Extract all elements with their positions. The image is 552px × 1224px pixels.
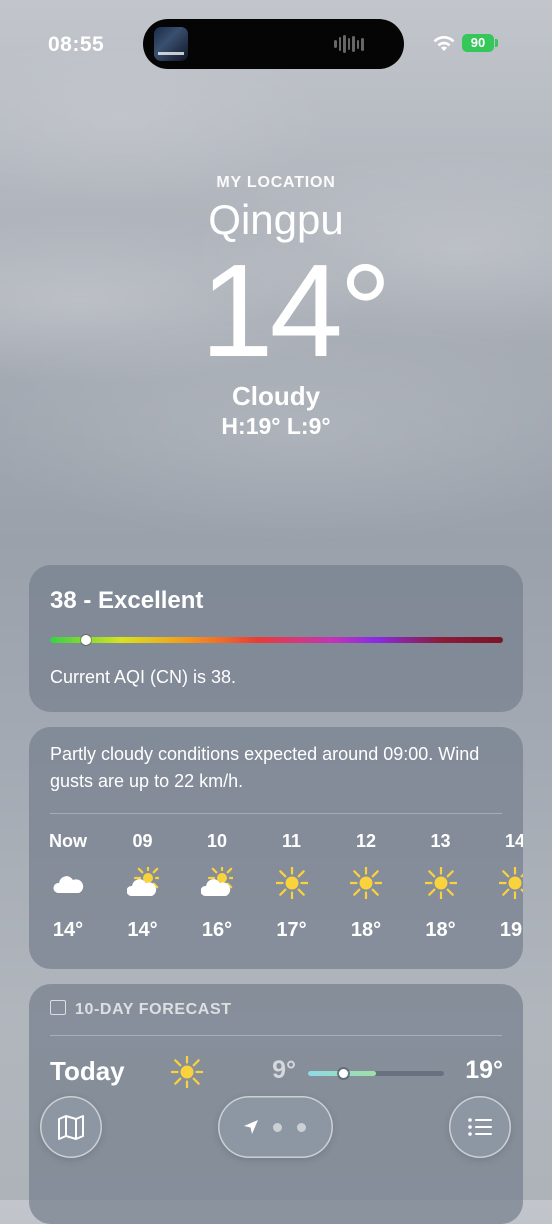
forecast-range-track [308, 1069, 444, 1078]
hour-label: 09 [132, 831, 153, 851]
partly-cloudy-icon [200, 863, 237, 899]
calendar-icon [50, 1000, 66, 1015]
hour-temperature: 16° [201, 919, 233, 941]
air-quality-card[interactable]: 38 - Excellent Current AQI (CN) is 38. [29, 565, 523, 712]
high-low: H:19° L:9° [221, 413, 331, 439]
hour-temperature: 14° [52, 919, 84, 941]
aqi-description: Current AQI (CN) is 38. [50, 667, 237, 687]
location-arrow-icon [244, 1120, 258, 1134]
aqi-scale-bar [50, 637, 503, 643]
hour-temperature: 19° [499, 919, 523, 941]
dynamic-island[interactable] [143, 19, 404, 69]
hourly-forecast-card[interactable]: Partly cloudy conditions expected around… [29, 727, 523, 969]
sun-icon [348, 865, 384, 901]
page-dot[interactable] [273, 1123, 282, 1132]
forecast-low: 9° [272, 1056, 296, 1084]
current-temperature: 14° [200, 237, 392, 384]
hour-temperature: 14° [127, 919, 158, 941]
hour-label: 13 [430, 831, 451, 851]
sun-icon [273, 865, 310, 901]
list-icon [468, 1118, 492, 1136]
current-condition: Cloudy [231, 381, 321, 411]
page-dot[interactable] [297, 1123, 306, 1132]
cloud-icon [52, 867, 84, 899]
forecast-current-marker [338, 1069, 348, 1078]
location-label: MY LOCATION [216, 174, 336, 191]
battery-indicator: 90 [462, 34, 498, 52]
hour-label: 14 [504, 831, 523, 851]
status-bar: 08:55 90 [0, 0, 552, 90]
aqi-indicator [81, 635, 92, 645]
hour-label: 10 [206, 831, 228, 851]
wifi-icon [433, 36, 455, 51]
aqi-title: 38 - Excellent [50, 587, 204, 614]
forecast-day: Today [50, 1056, 125, 1086]
forecast-divider [50, 1035, 502, 1036]
location-pager[interactable] [218, 1096, 333, 1158]
audio-waveform-icon [334, 34, 364, 54]
hour-label: 11 [281, 831, 302, 851]
hour-temperature: 17° [276, 919, 307, 941]
album-art-icon [154, 27, 188, 61]
partly-cloudy-icon [125, 863, 162, 899]
hour-temperature: 18° [425, 919, 456, 941]
forecast-header-label: 10-DAY FORECAST [75, 1001, 232, 1018]
sun-icon [422, 865, 459, 901]
status-time: 08:55 [48, 33, 105, 56]
hourly-scroll[interactable]: Now 14° 09 14° 10 16° 11 17° 12 18° 13 18° 14 19° [29, 813, 523, 963]
hour-label: Now [49, 831, 87, 851]
list-button[interactable] [449, 1096, 511, 1158]
sun-icon [497, 865, 523, 901]
map-button[interactable] [40, 1096, 102, 1158]
hourly-summary: Partly cloudy conditions expected around… [50, 744, 480, 791]
sun-icon [169, 1054, 205, 1090]
hour-temperature: 18° [350, 919, 382, 941]
forecast-header: 10-DAY FORECAST [50, 1000, 232, 1019]
forecast-high: 19° [465, 1056, 503, 1084]
bottom-toolbar [0, 1090, 552, 1170]
hour-label: 12 [355, 831, 377, 851]
map-icon [58, 1115, 84, 1140]
